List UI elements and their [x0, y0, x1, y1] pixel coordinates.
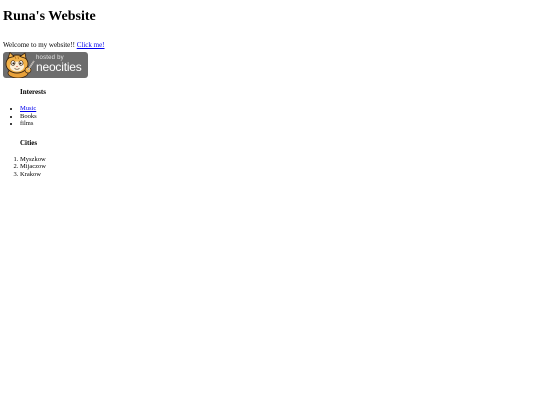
music-link[interactable]: Music — [20, 105, 36, 112]
interests-heading: Interests — [20, 88, 46, 96]
page-content: Runa's Website Welcome to my website!! C… — [3, 9, 533, 178]
list-item: Mijaczow — [20, 163, 533, 171]
neocities-cat-icon — [5, 52, 35, 78]
welcome-text: Welcome to my website!! — [3, 41, 75, 49]
list-item: Myszkow — [20, 156, 533, 164]
list-item: Music — [20, 105, 533, 113]
page-title: Runa's Website — [3, 9, 96, 24]
list-item: Books — [20, 113, 533, 121]
list-item: films — [20, 120, 533, 128]
click-me-link[interactable]: Click me! — [77, 41, 105, 49]
badge-neocities-text: neocities — [36, 60, 82, 74]
list-item: Krakow — [20, 171, 533, 179]
welcome-paragraph: Welcome to my website!! Click me! — [3, 41, 533, 49]
cities-heading: Cities — [20, 138, 38, 147]
cities-list: Myszkow Mijaczow Krakow — [3, 156, 533, 179]
hosted-by-neocities-badge[interactable]: hosted by neocities — [3, 52, 88, 78]
interests-list: Music Books films — [3, 105, 533, 128]
